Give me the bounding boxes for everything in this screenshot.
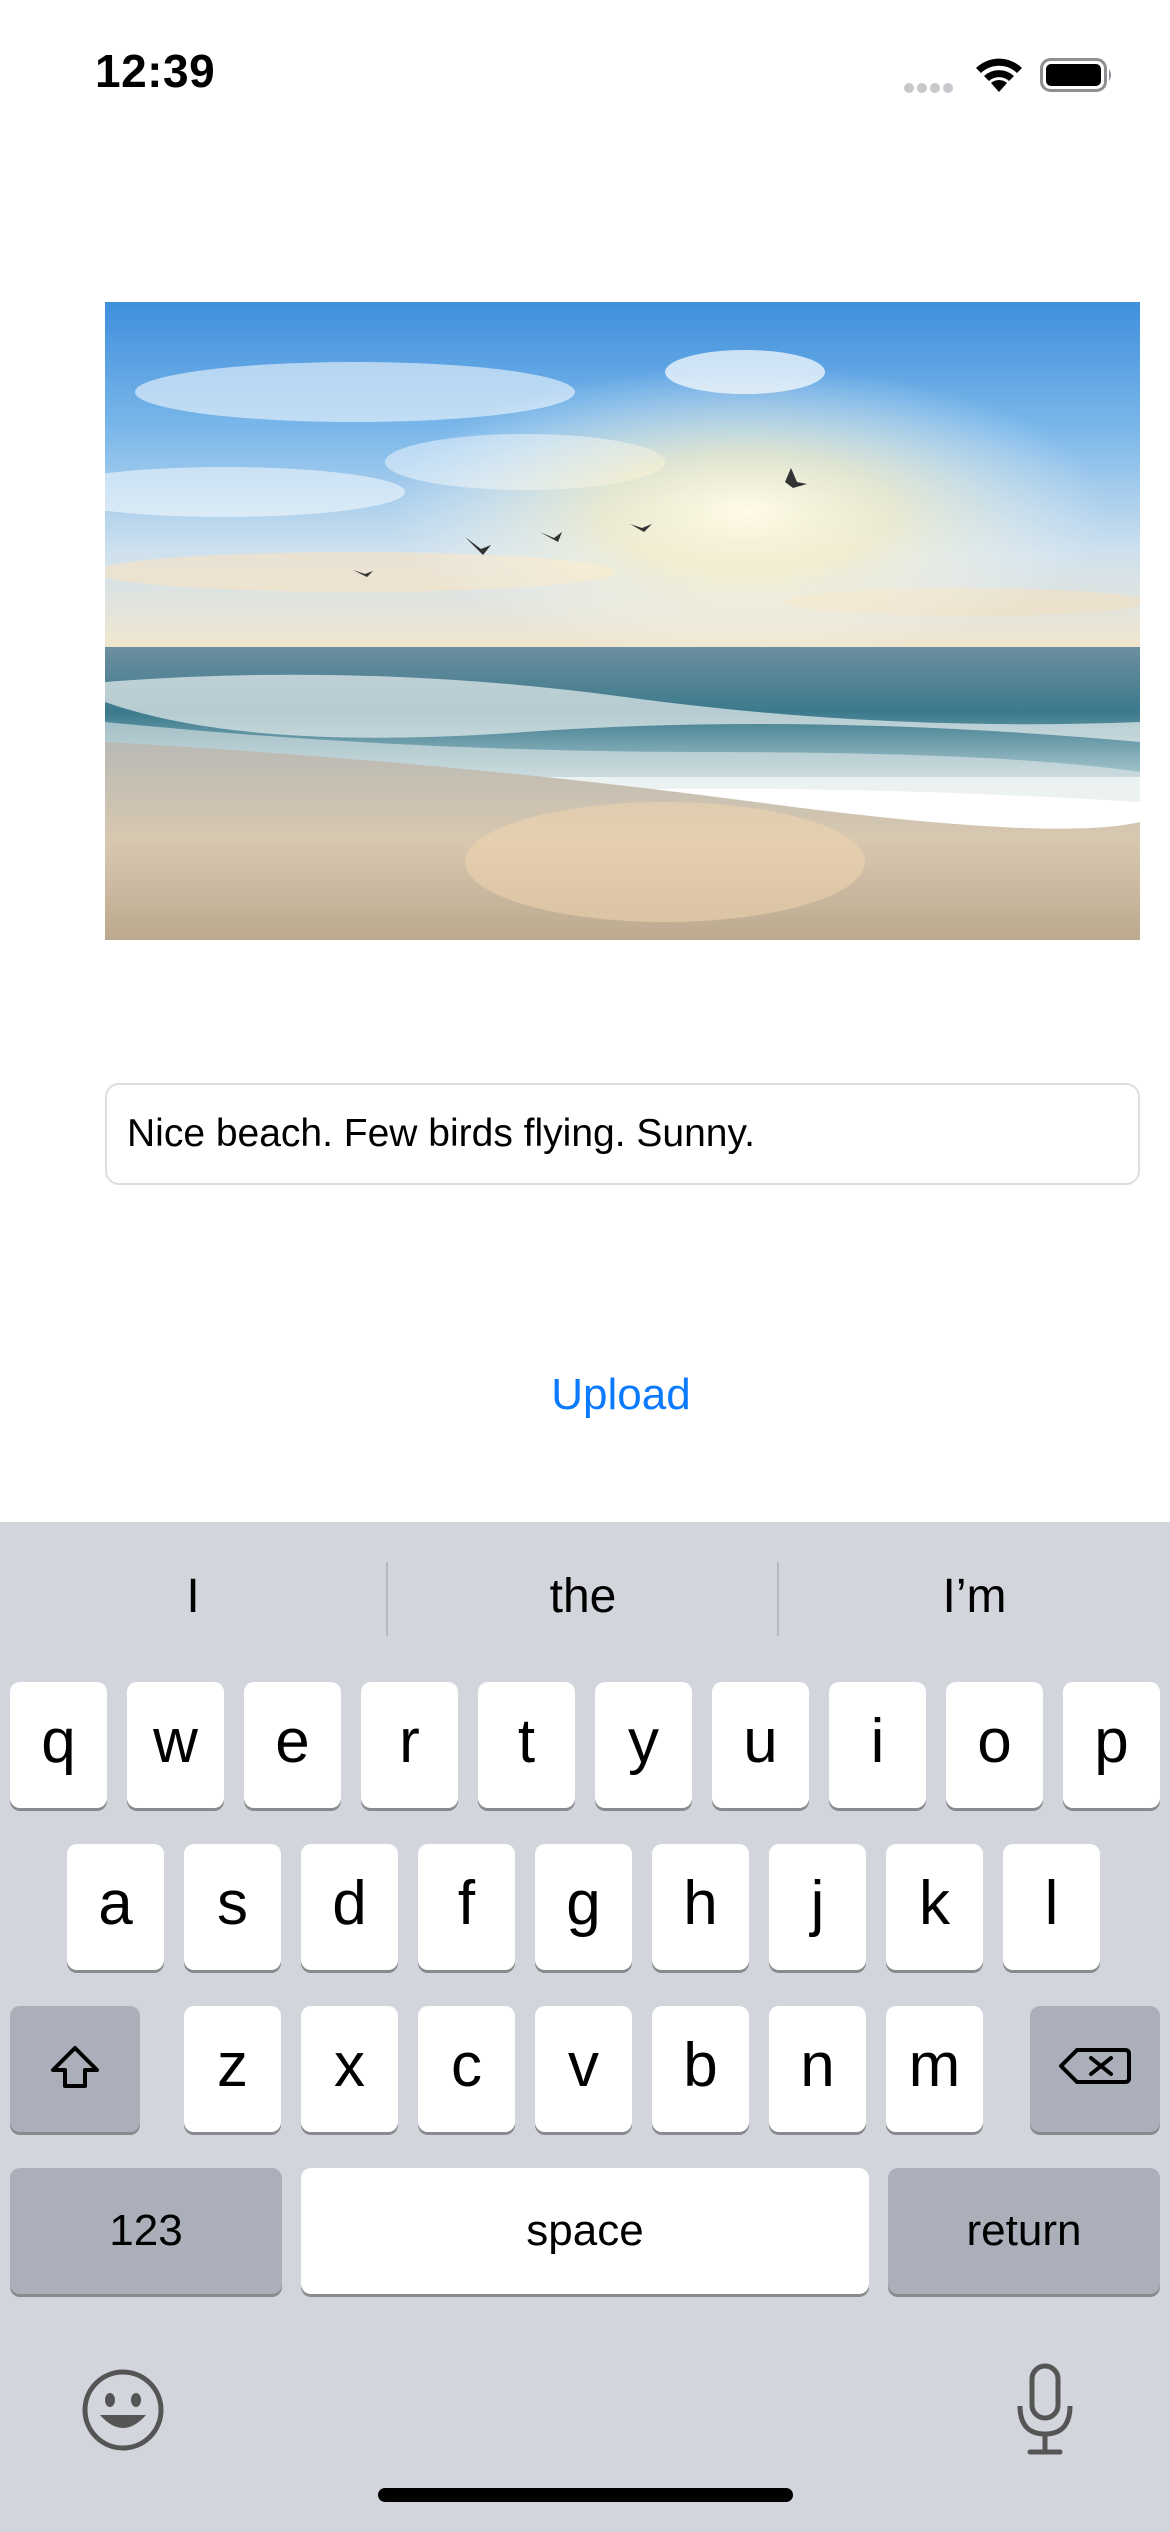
status-time: 12:39 bbox=[95, 45, 216, 97]
key[interactable]: x bbox=[301, 2006, 398, 2132]
key[interactable]: p bbox=[1063, 1682, 1160, 1808]
caption-input[interactable]: Nice beach. Few birds flying. Sunny. bbox=[105, 1083, 1140, 1185]
key[interactable]: w bbox=[127, 1682, 224, 1808]
key[interactable]: l bbox=[1003, 1844, 1100, 1970]
return-key[interactable]: return bbox=[888, 2168, 1160, 2294]
cellular-signal-icon bbox=[904, 80, 960, 93]
key[interactable]: k bbox=[886, 1844, 983, 1970]
key[interactable]: d bbox=[301, 1844, 398, 1970]
key[interactable]: f bbox=[418, 1844, 515, 1970]
prediction-bar: I the I’m bbox=[0, 1522, 1170, 1672]
key[interactable]: q bbox=[10, 1682, 107, 1808]
key[interactable]: c bbox=[418, 2006, 515, 2132]
key[interactable]: j bbox=[769, 1844, 866, 1970]
keyboard: I the I’m q w e r t y u i o p a s d f g … bbox=[0, 1522, 1170, 2532]
key[interactable]: o bbox=[946, 1682, 1043, 1808]
delete-key[interactable] bbox=[1030, 2006, 1160, 2132]
app-screen: 12:39 Nice beach. Few birds flying. Sunn… bbox=[0, 0, 1170, 2532]
key[interactable]: b bbox=[652, 2006, 749, 2132]
microphone-icon[interactable] bbox=[1012, 2362, 1078, 2463]
shift-key[interactable] bbox=[10, 2006, 140, 2132]
battery-icon bbox=[1040, 58, 1114, 92]
backspace-icon bbox=[1059, 2048, 1131, 2084]
key[interactable]: g bbox=[535, 1844, 632, 1970]
space-key[interactable]: space bbox=[301, 2168, 869, 2294]
wifi-icon bbox=[972, 52, 1026, 94]
key[interactable]: s bbox=[184, 1844, 281, 1970]
key[interactable]: u bbox=[712, 1682, 809, 1808]
key[interactable]: y bbox=[595, 1682, 692, 1808]
key[interactable]: m bbox=[886, 2006, 983, 2132]
prediction-item[interactable]: I’m bbox=[779, 1562, 1170, 1632]
prediction-item[interactable]: I bbox=[0, 1562, 386, 1632]
numbers-key[interactable]: 123 bbox=[10, 2168, 282, 2294]
key[interactable]: n bbox=[769, 2006, 866, 2132]
key[interactable]: r bbox=[361, 1682, 458, 1808]
status-bar: 12:39 bbox=[0, 0, 1170, 150]
home-indicator bbox=[378, 2488, 793, 2502]
shift-icon bbox=[51, 2046, 99, 2088]
key[interactable]: z bbox=[184, 2006, 281, 2132]
key[interactable]: h bbox=[652, 1844, 749, 1970]
key[interactable]: i bbox=[829, 1682, 926, 1808]
prediction-item[interactable]: the bbox=[388, 1562, 778, 1632]
key[interactable]: t bbox=[478, 1682, 575, 1808]
key[interactable]: a bbox=[67, 1844, 164, 1970]
key[interactable]: e bbox=[244, 1682, 341, 1808]
key[interactable]: v bbox=[535, 2006, 632, 2132]
upload-button[interactable]: Upload bbox=[485, 1360, 757, 1430]
beach-photo bbox=[105, 302, 1140, 940]
emoji-icon[interactable] bbox=[80, 2367, 166, 2458]
